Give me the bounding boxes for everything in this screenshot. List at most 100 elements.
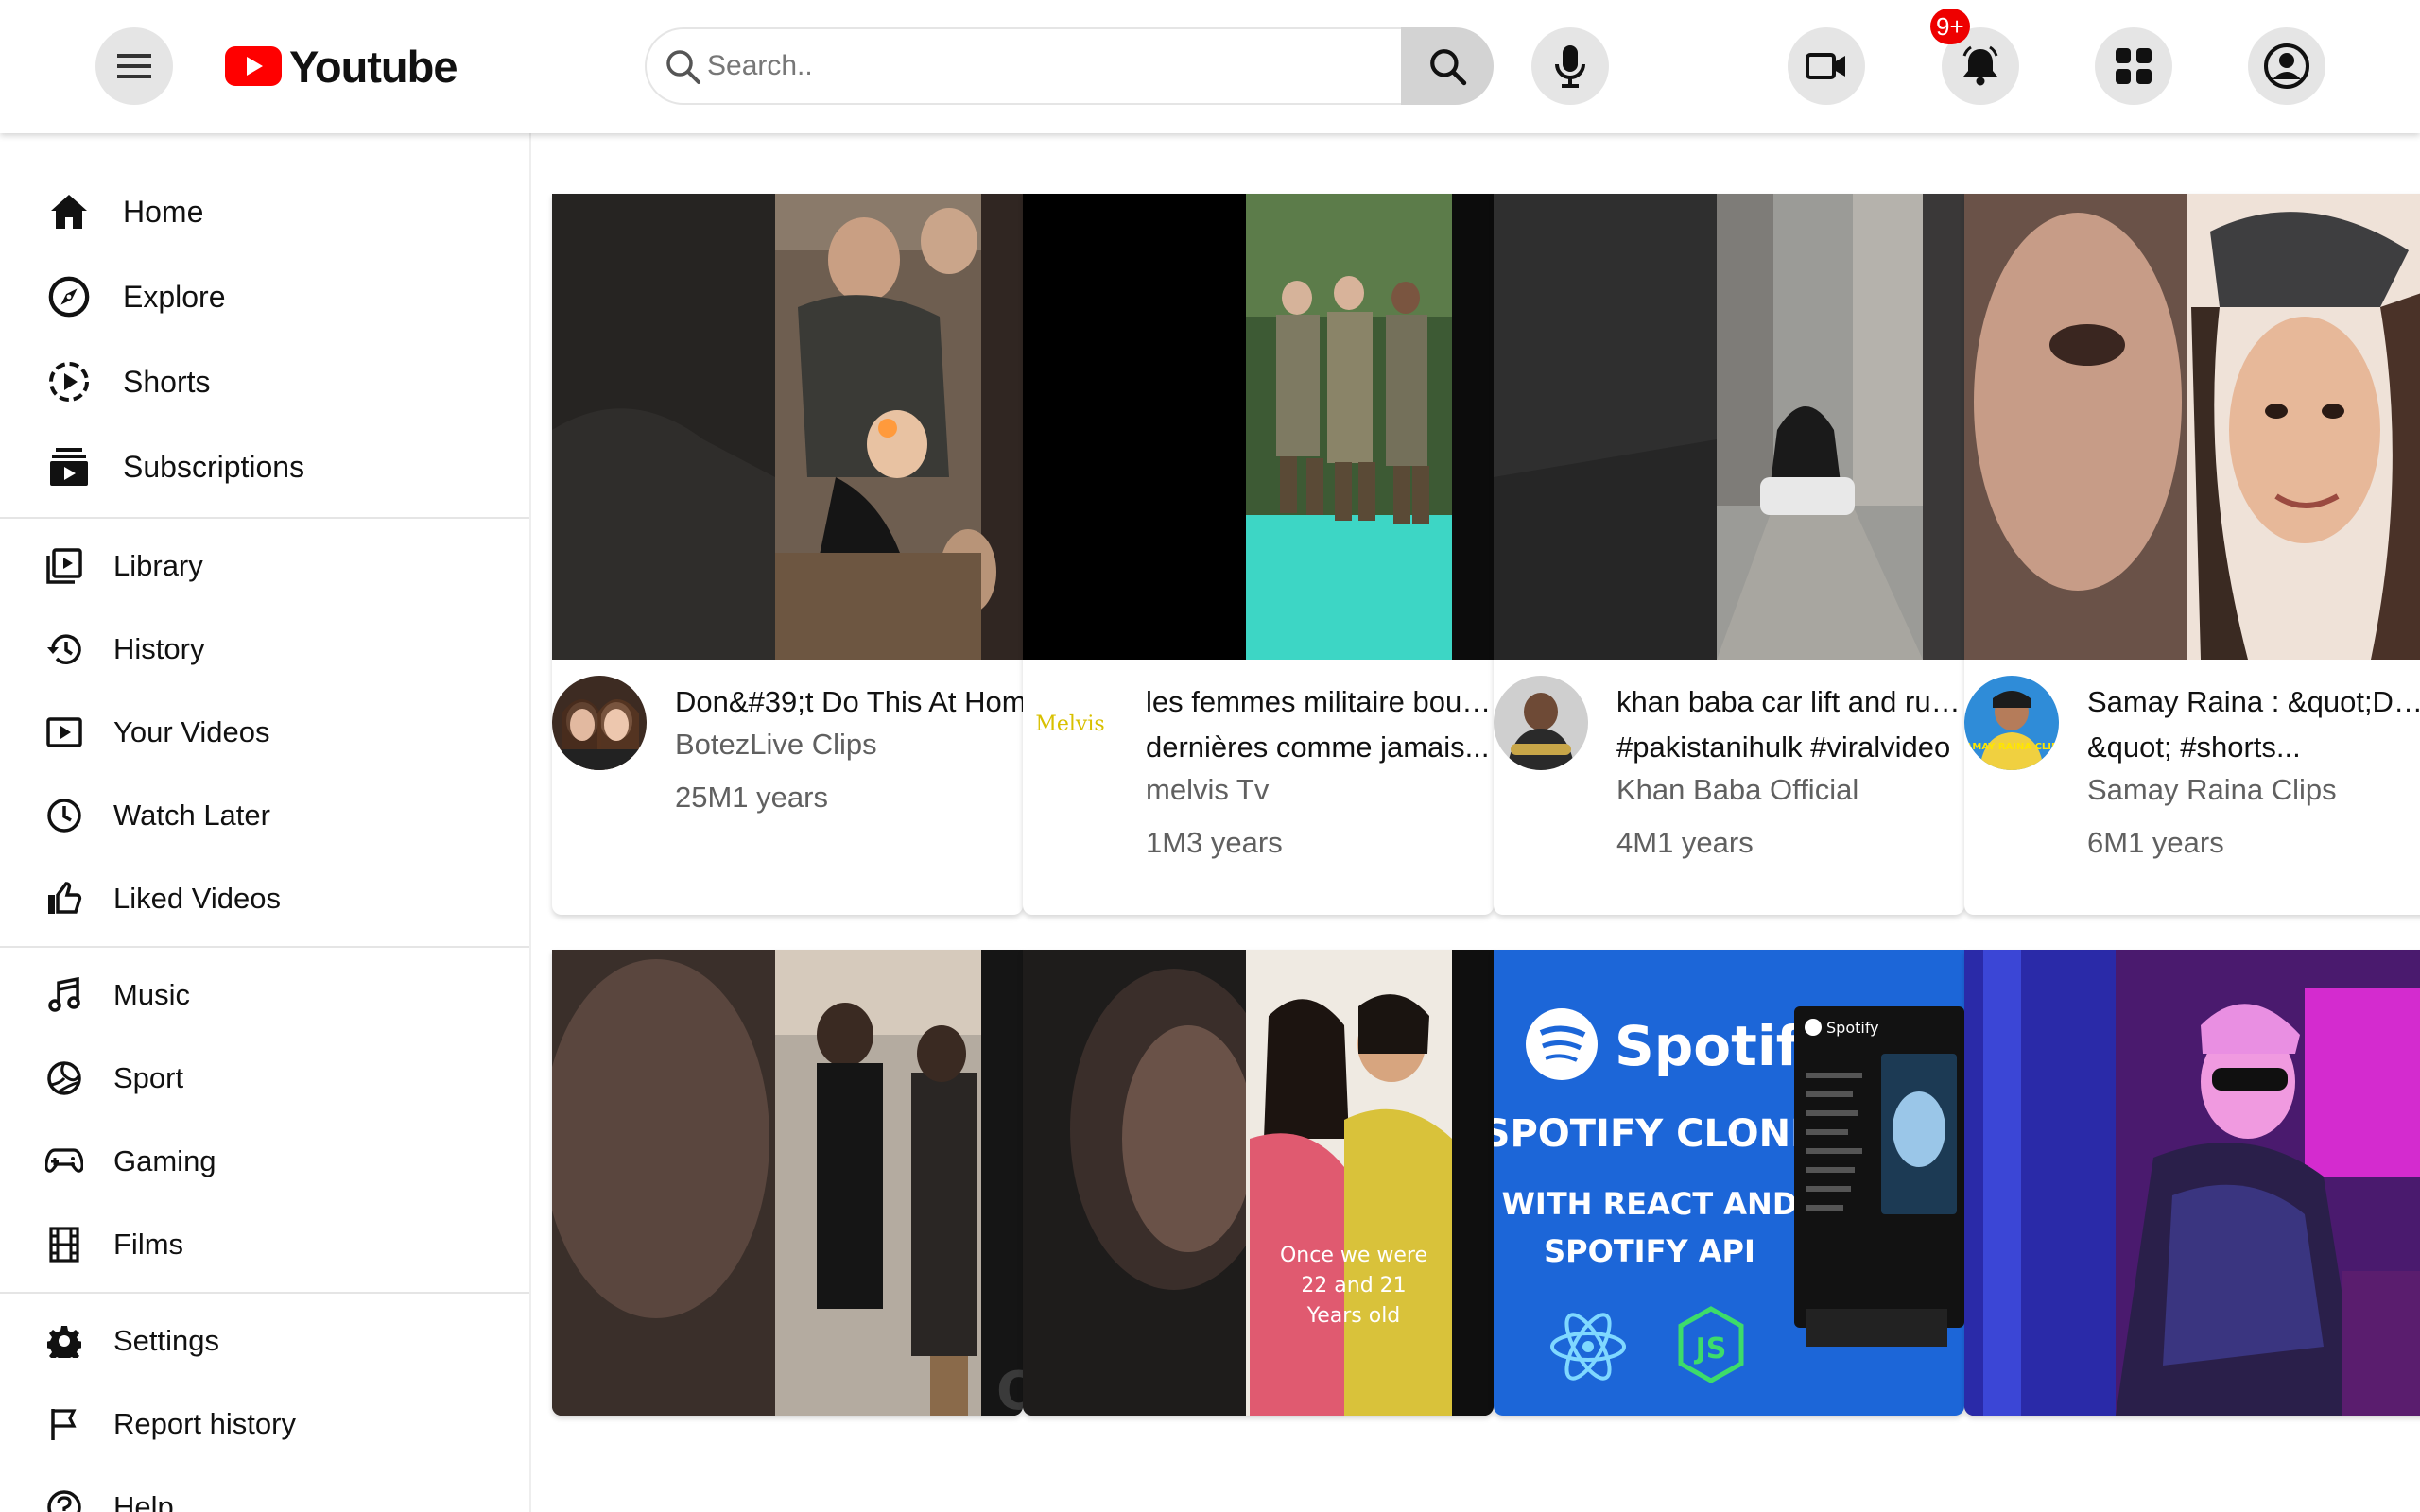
sidebar-item-settings[interactable]: Settings <box>0 1299 529 1383</box>
your-videos-icon <box>45 713 83 751</box>
sidebar-item-label: Help <box>113 1490 174 1512</box>
sidebar-item-liked-videos[interactable]: Liked Videos <box>0 857 529 940</box>
video-meta: 4M1 years <box>1616 826 1754 859</box>
sidebar-item-history[interactable]: History <box>0 608 529 691</box>
thumbnail-text: Years old <box>1306 1304 1401 1328</box>
sidebar-more-section: Settings Report history Help <box>0 1299 529 1512</box>
notification-count-badge: 9+ <box>1930 9 1970 44</box>
sidebar-library-section: Library History Your Videos Watch Later … <box>0 524 529 940</box>
search-icon <box>666 50 700 84</box>
panel-brand-text: Spotify <box>1826 1019 1879 1037</box>
music-icon <box>45 976 83 1014</box>
video-card[interactable]: SAMAY RAINA CLIPS Samay Raina : &quot;Do… <box>1964 194 2420 915</box>
subscriptions-icon <box>47 445 91 489</box>
channel-avatar[interactable]: SAMAY RAINA CLIPS <box>1964 676 2059 770</box>
video-title[interactable]: les femmes militaire bouchers dernières … <box>1146 679 1494 770</box>
search-button[interactable] <box>1401 27 1494 105</box>
sidebar-item-home[interactable]: Home <box>0 169 529 254</box>
film-icon <box>45 1226 83 1263</box>
thumbnail-subline: WITH REACT AND <box>1502 1186 1798 1222</box>
sidebar-item-shorts[interactable]: Shorts <box>0 339 529 424</box>
clock-icon <box>45 797 83 834</box>
thumbnail-subline: SPOTIFY API <box>1544 1233 1755 1269</box>
history-icon <box>45 630 83 668</box>
channel-name[interactable]: Samay Raina Clips <box>2087 773 2337 807</box>
sidebar-item-label: Sport <box>113 1061 184 1094</box>
channel-avatar[interactable]: Melvis <box>1023 676 1117 770</box>
video-thumbnail[interactable] <box>1494 194 1964 660</box>
gear-icon <box>45 1322 83 1360</box>
thumbnail-text: Once we were <box>1280 1244 1427 1267</box>
video-card[interactable]: On <box>552 950 1023 1416</box>
sidebar-item-watch-later[interactable]: Watch Later <box>0 774 529 857</box>
create-video-button[interactable] <box>1788 27 1865 105</box>
channel-name[interactable]: melvis Tv <box>1146 773 1269 807</box>
video-title[interactable]: Don&#39;t Do This At Home <box>675 679 1023 725</box>
menu-button[interactable] <box>95 27 173 105</box>
video-title-line: khan baba car lift and running <box>1616 685 1964 718</box>
video-card[interactable]: khan baba car lift and running #pakistan… <box>1494 194 1964 915</box>
video-thumbnail[interactable] <box>1964 194 2420 660</box>
sidebar-item-label: Your Videos <box>113 715 270 748</box>
video-thumbnail[interactable] <box>1964 950 2420 1416</box>
sidebar-item-explore[interactable]: Explore <box>0 254 529 339</box>
video-thumbnail[interactable]: Spotify SPOTIFY CLONE WITH REACT AND SPO… <box>1494 950 1964 1416</box>
sidebar-item-sport[interactable]: Sport <box>0 1037 529 1120</box>
video-thumbnail[interactable]: On <box>552 950 1023 1416</box>
video-thumbnail[interactable]: Once we were 22 and 21 Years old <box>1023 950 1494 1416</box>
library-icon <box>45 547 83 585</box>
user-avatar-icon <box>2264 43 2309 89</box>
video-card[interactable]: Spotify SPOTIFY CLONE WITH REACT AND SPO… <box>1494 950 1964 1416</box>
search-icon <box>1430 49 1467 86</box>
video-title-line: les femmes militaire bouchers <box>1146 685 1494 718</box>
sidebar-item-label: Subscriptions <box>123 449 305 484</box>
video-title-line: &quot; #shorts... <box>2087 730 2301 764</box>
sport-icon <box>45 1059 83 1097</box>
video-thumbnail[interactable] <box>1023 194 1494 660</box>
video-card[interactable]: Once we were 22 and 21 Years old <box>1023 950 1494 1416</box>
video-card[interactable]: Melvis les femmes militaire bouchers der… <box>1023 194 1494 915</box>
divider <box>0 1292 529 1294</box>
sidebar-item-label: Settings <box>113 1324 220 1357</box>
channel-avatar[interactable] <box>1494 676 1588 770</box>
account-button[interactable] <box>2248 27 2325 105</box>
channel-name[interactable]: Khan Baba Official <box>1616 773 1858 807</box>
search-input[interactable] <box>707 50 1369 82</box>
video-card[interactable] <box>1964 950 2420 1416</box>
channel-avatar[interactable] <box>552 676 647 770</box>
shorts-icon <box>47 360 91 404</box>
sidebar-item-label: Watch Later <box>113 799 270 832</box>
apps-button[interactable] <box>2095 27 2172 105</box>
apps-grid-icon <box>2116 48 2152 84</box>
divider <box>0 517 529 519</box>
sidebar-item-gaming[interactable]: Gaming <box>0 1120 529 1203</box>
top-bar: Youtube 9+ <box>0 0 2420 133</box>
video-meta: 1M3 years <box>1146 826 1283 859</box>
thumbnail-headline: SPOTIFY CLONE <box>1494 1112 1816 1156</box>
sidebar-item-music[interactable]: Music <box>0 954 529 1037</box>
video-title[interactable]: Samay Raina : &quot;Don't &quot; #shorts… <box>2087 679 2420 770</box>
sidebar-item-help[interactable]: Help <box>0 1466 529 1512</box>
youtube-logo[interactable]: Youtube <box>225 38 458 94</box>
video-title-line: dernières comme jamais... <box>1146 730 1490 764</box>
voice-search-button[interactable] <box>1531 27 1609 105</box>
sidebar-item-label: History <box>113 632 205 665</box>
sidebar: Home Explore Shorts Subscriptions Librar… <box>0 133 531 1512</box>
sidebar-item-report-history[interactable]: Report history <box>0 1383 529 1466</box>
sidebar-item-library[interactable]: Library <box>0 524 529 608</box>
compass-icon <box>47 275 91 318</box>
flag-icon <box>45 1405 83 1443</box>
sidebar-item-your-videos[interactable]: Your Videos <box>0 691 529 774</box>
thumbs-up-icon <box>45 880 83 918</box>
sidebar-item-subscriptions[interactable]: Subscriptions <box>0 424 529 509</box>
video-title[interactable]: khan baba car lift and running #pakistan… <box>1616 679 1964 770</box>
sidebar-explore-section: Music Sport Gaming Films <box>0 954 529 1286</box>
video-title-line: #pakistanihulk #viralvideo <box>1616 730 1951 764</box>
sidebar-item-films[interactable]: Films <box>0 1203 529 1286</box>
channel-name[interactable]: BotezLive Clips <box>675 728 877 762</box>
video-meta: 25M1 years <box>675 781 828 814</box>
bell-icon <box>1962 45 1998 86</box>
video-card[interactable]: Don&#39;t Do This At Home BotezLive Clip… <box>552 194 1023 915</box>
video-thumbnail[interactable] <box>552 194 1023 660</box>
sidebar-item-label: Report history <box>113 1407 296 1440</box>
